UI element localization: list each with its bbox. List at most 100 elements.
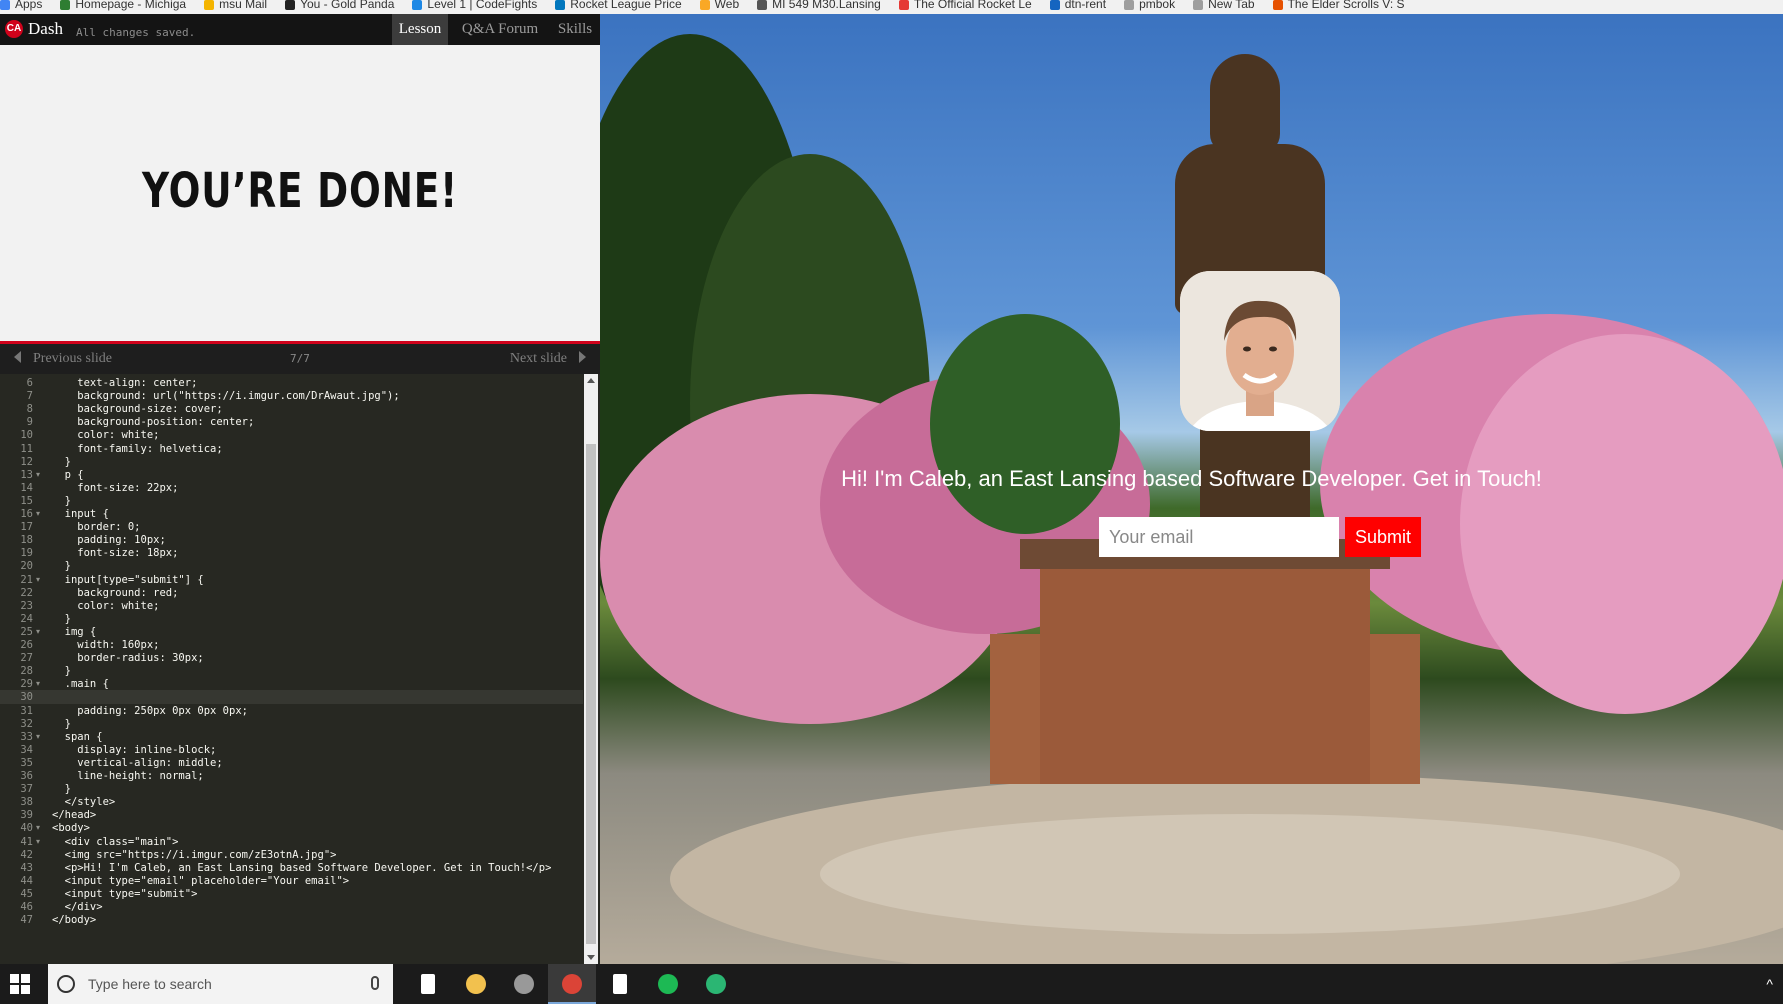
code-line[interactable]: 7 background: url("https://i.imgur.com/D…	[0, 389, 583, 403]
fold-toggle-icon[interactable]: ▾	[36, 835, 40, 849]
code-line[interactable]: 11 font-family: helvetica;	[0, 442, 583, 456]
microphone-icon[interactable]	[371, 976, 379, 990]
code-line[interactable]: 45 <input type="submit">	[0, 887, 583, 901]
code-line[interactable]: 12 }	[0, 455, 583, 469]
fold-toggle-icon[interactable]: ▾	[36, 468, 40, 482]
code-line[interactable]: 28 }	[0, 664, 583, 678]
bookmark-item[interactable]: Web	[699, 0, 739, 11]
code-line[interactable]: 38 </style>	[0, 795, 583, 809]
bookmark-icon	[1193, 0, 1204, 10]
code-line[interactable]: 31 padding: 250px 0px 0px 0px;	[0, 704, 583, 718]
bookmark-icon	[699, 0, 710, 10]
editor-scrollbar[interactable]	[584, 374, 598, 964]
code-line[interactable]: 29 ▾ .main {	[0, 677, 583, 691]
code-line[interactable]: 24 }	[0, 612, 583, 626]
code-line[interactable]: 36 line-height: normal;	[0, 769, 583, 783]
bookmark-item[interactable]: Level 1 | CodeFights	[412, 0, 537, 11]
code-line[interactable]: 35 vertical-align: middle;	[0, 756, 583, 770]
fold-toggle-icon[interactable]: ▾	[36, 677, 40, 691]
tab-qa-forum[interactable]: Q&A Forum	[455, 14, 545, 45]
bookmark-item[interactable]: Rocket League Price	[555, 0, 682, 11]
bookmark-item[interactable]: Homepage - Michiga	[60, 0, 186, 11]
code-line[interactable]: 46 </div>	[0, 900, 583, 914]
code-line[interactable]: 14 font-size: 22px;	[0, 481, 583, 495]
bookmark-icon	[60, 0, 71, 10]
code-line[interactable]: 10 color: white;	[0, 428, 583, 442]
code-line[interactable]: 13 ▾ p {	[0, 468, 583, 482]
code-line[interactable]: 15 }	[0, 494, 583, 508]
bookmark-item[interactable]: New Tab	[1193, 0, 1255, 11]
task-view-icon	[421, 974, 435, 994]
bookmark-item[interactable]: dtn-rent	[1049, 0, 1106, 11]
fold-toggle-icon[interactable]: ▾	[36, 507, 40, 521]
taskbar-app-app-green[interactable]	[692, 964, 740, 1004]
code-line[interactable]: 27 border-radius: 30px;	[0, 651, 583, 665]
bookmark-item[interactable]: pmbok	[1124, 0, 1175, 11]
code-line[interactable]: 30	[0, 690, 583, 705]
code-line[interactable]: 34 display: inline-block;	[0, 743, 583, 757]
code-line[interactable]: 26 width: 160px;	[0, 638, 583, 652]
bookmark-icon	[412, 0, 423, 10]
code-line[interactable]: 41 ▾ <div class="main">	[0, 835, 583, 849]
taskbar-app-file-explorer[interactable]	[452, 964, 500, 1004]
fold-toggle-icon[interactable]: ▾	[36, 730, 40, 744]
code-text: span {	[52, 730, 103, 743]
scrollbar-thumb[interactable]	[586, 444, 596, 944]
code-line[interactable]: 8 background-size: cover;	[0, 402, 583, 416]
taskbar-app-spotify[interactable]	[644, 964, 692, 1004]
scroll-up-icon[interactable]	[587, 378, 595, 383]
code-line[interactable]: 22 background: red;	[0, 586, 583, 600]
code-line[interactable]: 25 ▾ img {	[0, 625, 583, 639]
code-text: img {	[52, 625, 97, 638]
tray-chevron-icon[interactable]: ^	[1766, 976, 1773, 992]
fold-toggle-icon[interactable]: ▾	[36, 573, 40, 587]
taskbar-search[interactable]: Type here to search	[48, 964, 393, 1004]
code-line[interactable]: 43 <p>Hi! I'm Caleb, an East Lansing bas…	[0, 861, 583, 875]
tab-skills[interactable]: Skills	[550, 14, 600, 45]
tab-lesson[interactable]: Lesson	[392, 14, 448, 45]
top-bar: CA Dash All changes saved. Lesson Q&A Fo…	[0, 14, 600, 45]
taskbar-app-chrome[interactable]	[548, 964, 596, 1004]
scroll-down-icon[interactable]	[587, 955, 595, 960]
fold-toggle-icon[interactable]: ▾	[36, 821, 40, 835]
code-line[interactable]: 20 }	[0, 559, 583, 573]
taskbar-app-file[interactable]	[596, 964, 644, 1004]
code-line[interactable]: 44 <input type="email" placeholder="Your…	[0, 874, 583, 888]
app-title[interactable]: Dash	[28, 19, 63, 39]
code-line[interactable]: 42 <img src="https://i.imgur.com/zE3otnA…	[0, 848, 583, 862]
fold-toggle-icon[interactable]: ▾	[36, 625, 40, 639]
line-number: 40	[20, 822, 33, 835]
code-line[interactable]: 23 color: white;	[0, 599, 583, 613]
code-line[interactable]: 39 </head>	[0, 808, 583, 822]
line-number: 16	[20, 508, 33, 520]
code-line[interactable]: 16 ▾ input {	[0, 507, 583, 521]
bookmark-item[interactable]: You - Gold Panda	[285, 0, 394, 11]
code-line[interactable]: 6 text-align: center;	[0, 376, 583, 390]
line-number: 23	[20, 599, 33, 612]
code-line[interactable]: 47 </body>	[0, 913, 583, 927]
code-line[interactable]: 40 ▾ <body>	[0, 821, 583, 835]
email-field[interactable]	[1099, 517, 1339, 557]
previous-slide-button[interactable]: Previous slide	[14, 351, 112, 367]
code-line[interactable]: 21 ▾ input[type="submit"] {	[0, 573, 583, 587]
code-line[interactable]: 9 background-position: center;	[0, 415, 583, 429]
next-slide-button[interactable]: Next slide	[510, 351, 586, 367]
code-line[interactable]: 18 padding: 10px;	[0, 533, 583, 547]
code-line[interactable]: 32 }	[0, 717, 583, 731]
bookmark-item[interactable]: The Official Rocket Le	[898, 0, 1032, 11]
line-number: 20	[20, 560, 33, 573]
submit-button[interactable]: Submit	[1345, 517, 1421, 557]
code-line[interactable]: 37 }	[0, 782, 583, 796]
bookmark-item[interactable]: msu Mail	[204, 0, 267, 11]
bookmark-item[interactable]: Apps	[0, 0, 42, 11]
code-line[interactable]: 19 font-size: 18px;	[0, 546, 583, 560]
taskbar-app-obs[interactable]	[500, 964, 548, 1004]
file-icon	[613, 974, 627, 994]
code-line[interactable]: 33 ▾ span {	[0, 730, 583, 744]
bookmark-item[interactable]: The Elder Scrolls V: S	[1272, 0, 1405, 11]
code-editor[interactable]: 6 text-align: center; 7 background: url("…	[0, 374, 600, 964]
taskbar-app-task-view[interactable]	[404, 964, 452, 1004]
code-line[interactable]: 17 border: 0;	[0, 520, 583, 534]
windows-start-icon[interactable]	[10, 974, 30, 994]
bookmark-item[interactable]: MI 549 M30.Lansing	[757, 0, 881, 11]
